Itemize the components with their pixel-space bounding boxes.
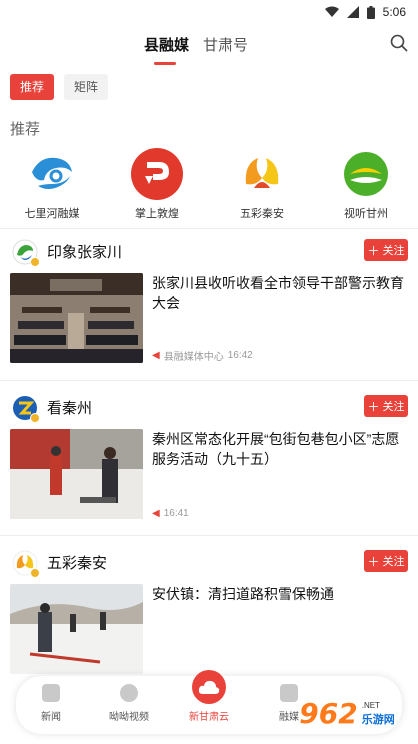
article-title: 张家川县收听收看全市领导干部警示教育大会	[152, 275, 404, 311]
article-thumbnail	[10, 429, 143, 519]
plus-icon: ＋	[367, 399, 380, 414]
follow-button[interactable]: ＋关注	[364, 550, 408, 572]
article-time: 16:41	[163, 508, 189, 519]
tab-underline	[154, 62, 176, 65]
article-source: 县融媒体中心	[163, 352, 224, 363]
article-card[interactable]: 安伏镇：清扫道路积雪保畅通	[0, 584, 418, 676]
tab-county-media[interactable]: 县融媒	[144, 34, 189, 55]
shiting-ganzhou-logo-icon	[340, 148, 392, 200]
rec-account-name: 掌上敦煌	[135, 208, 179, 220]
watermark-site: 乐游网	[361, 714, 395, 726]
divider	[0, 535, 418, 536]
recommend-accounts: 七里河融媒 掌上敦煌 五彩秦安 视听甘州	[0, 148, 418, 224]
rec-account-wucai-qinan[interactable]: 五彩秦安	[217, 148, 307, 221]
nav-new-gansu-cloud[interactable]: 新甘肃云	[174, 670, 244, 723]
top-tabs: 县融媒 甘肃号	[0, 30, 418, 66]
chip-matrix[interactable]: 矩阵	[64, 74, 109, 100]
channel-avatar[interactable]	[12, 550, 40, 578]
rec-account-name: 七里河融媒	[24, 208, 80, 220]
rec-account-shiting-ganzhou[interactable]: 视听甘州	[321, 148, 411, 221]
article-card[interactable]: 张家川县收听收看全市领导干部警示教育大会 ◀ 县融媒体中心 16:42	[0, 273, 418, 365]
cloud-icon	[192, 670, 226, 704]
battery-icon	[366, 5, 375, 19]
article-meta: ◀ 县融媒体中心 16:42	[152, 348, 253, 363]
news-icon	[42, 684, 60, 702]
watermark-number: 962	[299, 696, 358, 730]
article-time: 16:42	[227, 350, 253, 361]
wucai-qinan-logo-icon	[236, 148, 288, 200]
watermark-url: .NET	[361, 701, 380, 710]
article-title: 秦州区常态化开展“包街包巷包小区”志愿服务活动（九十五）	[152, 431, 400, 467]
site-watermark: 962 .NET 乐游网	[280, 690, 414, 736]
article-thumbnail	[10, 273, 143, 363]
speaker-icon: ◀	[152, 350, 160, 361]
article-card[interactable]: 秦州区常态化开展“包街包巷包小区”志愿服务活动（九十五） ◀ 16:41	[0, 429, 418, 521]
channel-name[interactable]: 印象张家川	[47, 241, 122, 262]
chip-recommend[interactable]: 推荐	[10, 74, 55, 100]
rec-account-name: 视听甘州	[344, 208, 388, 220]
channel-avatar[interactable]	[12, 239, 40, 267]
wifi-icon	[324, 6, 339, 17]
nav-video[interactable]: 呦呦视频	[94, 684, 164, 723]
filter-chips: 推荐 矩阵	[10, 74, 109, 100]
status-bar: 5:06	[0, 0, 418, 24]
channel-header: 印象张家川 ＋关注	[0, 229, 418, 273]
feed-channel: 看秦州 ＋关注 秦州区常态化开展“包街包巷包小区”志愿服务活动（九十五） ◀ 1…	[0, 385, 418, 521]
rec-account-qilihe[interactable]: 七里河融媒	[7, 148, 97, 221]
dunhuang-logo-icon	[131, 148, 183, 200]
feed-channel: 五彩秦安 ＋关注 安伏镇：清扫道路积雪保畅通	[0, 540, 418, 676]
channel-header: 看秦州 ＋关注	[0, 385, 418, 429]
channel-name[interactable]: 五彩秦安	[47, 552, 107, 573]
follow-button[interactable]: ＋关注	[364, 395, 408, 417]
divider	[0, 380, 418, 381]
article-title: 安伏镇：清扫道路积雪保畅通	[152, 586, 334, 602]
plus-icon: ＋	[367, 554, 380, 569]
video-icon	[120, 684, 138, 702]
search-icon[interactable]	[390, 34, 408, 52]
speaker-icon: ◀	[152, 508, 160, 519]
nav-news[interactable]: 新闻	[16, 684, 86, 723]
channel-header: 五彩秦安 ＋关注	[0, 540, 418, 584]
follow-button[interactable]: ＋关注	[364, 239, 408, 261]
signal-icon	[346, 6, 359, 18]
plus-icon: ＋	[367, 243, 380, 258]
qilihe-logo-icon	[26, 148, 78, 200]
channel-avatar[interactable]	[12, 395, 40, 423]
feed-channel: 印象张家川 ＋关注 张家川县收听收看全市领导干部警示教育大会 ◀ 县融媒体中心 …	[0, 229, 418, 365]
tab-gansu-account[interactable]: 甘肃号	[203, 34, 248, 55]
section-title-recommend: 推荐	[10, 121, 41, 138]
status-time: 5:06	[382, 5, 406, 19]
rec-account-name: 五彩秦安	[240, 208, 284, 220]
article-thumbnail	[10, 584, 143, 674]
rec-account-dunhuang[interactable]: 掌上敦煌	[112, 148, 202, 221]
channel-name[interactable]: 看秦州	[47, 397, 92, 418]
article-meta: ◀ 16:41	[152, 508, 189, 519]
